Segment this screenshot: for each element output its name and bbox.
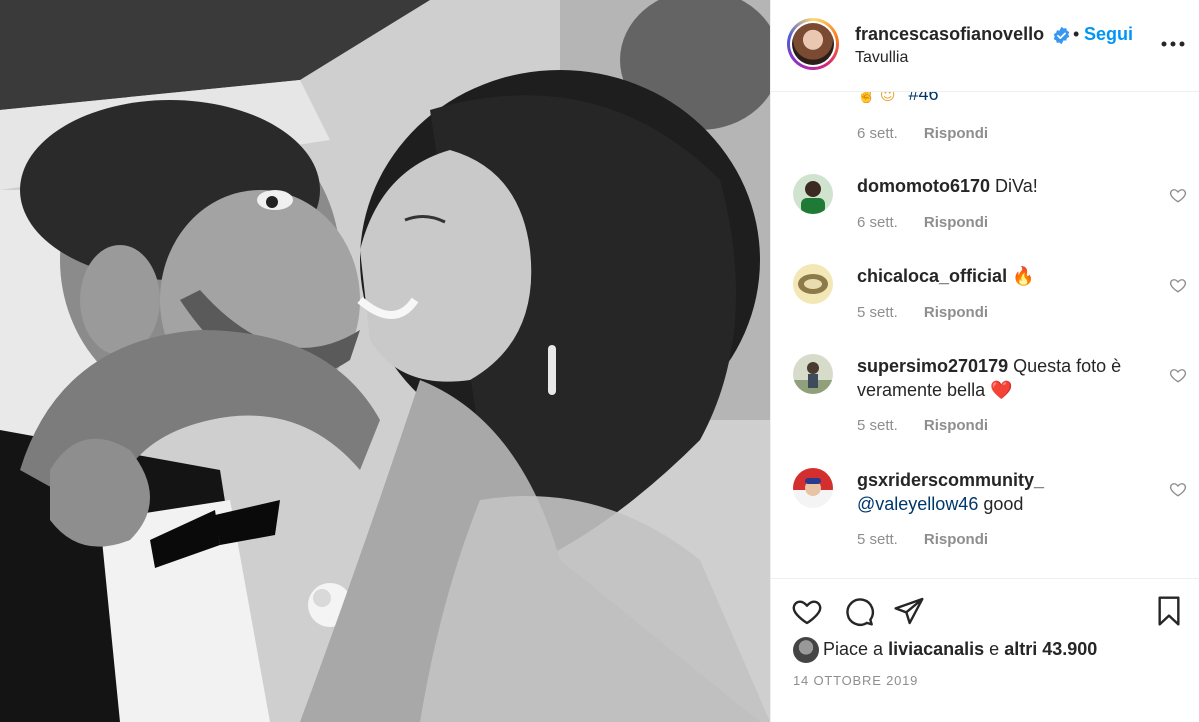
comment-like-heart-icon[interactable]: [1169, 366, 1187, 384]
partial-comment-meta: 6 sett. Rispondi: [857, 125, 988, 142]
liker-avatar[interactable]: [793, 637, 819, 663]
comment-time: 6 sett.: [857, 214, 898, 231]
comment-like-heart-icon[interactable]: [1169, 276, 1187, 294]
post-photo[interactable]: [0, 0, 770, 722]
comment-body: DiVa!: [995, 176, 1038, 196]
partial-comment-hashtag[interactable]: #46: [909, 92, 939, 104]
verified-badge-icon: [1053, 26, 1070, 45]
commenter-avatar-image: [793, 354, 833, 394]
heart-icon[interactable]: [791, 595, 823, 627]
follow-button[interactable]: Segui: [1084, 24, 1133, 45]
commenter-avatar[interactable]: [793, 174, 833, 214]
comment-like-heart-icon[interactable]: [1169, 186, 1187, 204]
likes-prefix: Piace a: [823, 639, 884, 659]
comment-text: domomoto6170 DiVa!: [857, 174, 1147, 198]
comment-username[interactable]: gsxriderscommunity_: [857, 470, 1044, 490]
commenter-avatar[interactable]: [793, 264, 833, 304]
post-date[interactable]: 14 ottobre 2019: [793, 673, 918, 688]
partial-comment-emojis: ✌️ 😇: [857, 92, 896, 104]
reply-button[interactable]: Rispondi: [924, 417, 988, 434]
comment-mention[interactable]: @valeyellow46: [857, 494, 978, 514]
comment-body: good: [983, 494, 1024, 514]
comment-time: 5 sett.: [857, 531, 898, 548]
comment-text: supersimo270179 Questa foto è veramente …: [857, 354, 1147, 402]
partial-comment-text: ✌️ 😇 #46: [857, 92, 939, 105]
comment-meta: 5 sett. Rispondi: [857, 417, 988, 434]
comments-list[interactable]: ✌️ 😇 #46 6 sett. Rispondi domomoto6170 Di…: [771, 92, 1199, 578]
reply-button[interactable]: Rispondi: [924, 125, 988, 142]
post-details-panel: francescasofianovello • Segui Tavullia ✌…: [770, 0, 1199, 722]
commenter-avatar-image: [793, 264, 833, 304]
commenter-avatar-image: [793, 174, 833, 214]
header-separator: •: [1073, 24, 1080, 44]
paper-plane-icon[interactable]: [893, 595, 925, 627]
reply-button[interactable]: Rispondi: [924, 304, 988, 321]
more-options-icon[interactable]: [1159, 34, 1187, 54]
commenter-avatar[interactable]: [793, 468, 833, 508]
comment-body: 🔥: [1012, 266, 1035, 286]
reply-button[interactable]: Rispondi: [924, 214, 988, 231]
comment-bubble-icon[interactable]: [843, 595, 875, 627]
author-avatar-photo: [792, 23, 834, 65]
commenter-avatar-image: [793, 468, 833, 508]
comment-time: 6 sett.: [857, 125, 898, 142]
post-location[interactable]: Tavullia: [855, 49, 908, 67]
comment-like-heart-icon[interactable]: [1169, 480, 1187, 498]
comment-username[interactable]: domomoto6170: [857, 176, 990, 196]
likes-others[interactable]: altri 43.900: [1004, 639, 1097, 659]
commenter-avatar[interactable]: [793, 354, 833, 394]
comment-text: gsxriderscommunity_ @valeyellow46 good: [857, 468, 1147, 516]
likes-user[interactable]: liviacanalis: [888, 639, 984, 659]
comment-username[interactable]: chicaloca_official: [857, 266, 1007, 286]
post-header: francescasofianovello • Segui Tavullia: [771, 0, 1199, 92]
post-actions: Piace a liviacanalis e altri 43.900 14 o…: [771, 578, 1199, 722]
likes-summary: Piace a liviacanalis e altri 43.900: [823, 639, 1097, 660]
comment-meta: 6 sett. Rispondi: [857, 214, 988, 231]
author-avatar[interactable]: [787, 18, 839, 70]
comment-text: chicaloca_official 🔥: [857, 264, 1147, 288]
reply-button[interactable]: Rispondi: [924, 531, 988, 548]
post-photo-illustration: [0, 0, 770, 722]
comment-meta: 5 sett. Rispondi: [857, 304, 988, 321]
author-username[interactable]: francescasofianovello: [855, 24, 1044, 45]
comment-meta: 5 sett. Rispondi: [857, 531, 988, 548]
bookmark-icon[interactable]: [1153, 595, 1185, 627]
comment-time: 5 sett.: [857, 417, 898, 434]
likes-and: e: [989, 639, 1000, 659]
comment-username[interactable]: supersimo270179: [857, 356, 1008, 376]
comment-time: 5 sett.: [857, 304, 898, 321]
